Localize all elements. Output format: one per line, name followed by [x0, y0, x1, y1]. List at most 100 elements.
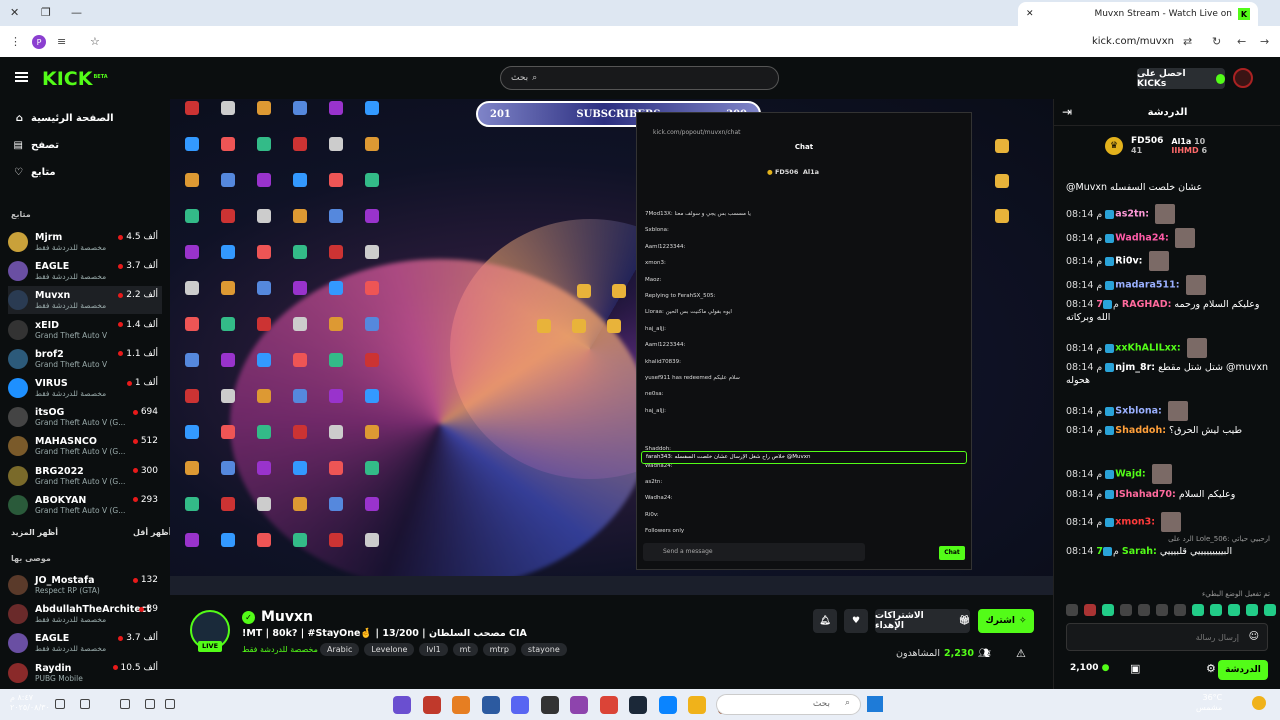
- subscribe-button[interactable]: اشترك ✧: [978, 609, 1034, 633]
- taskbar-app-icon[interactable]: [481, 696, 500, 714]
- sidebar-channel[interactable]: AbdullahTheArchitect مخصصة للدردشة فقط 39: [8, 600, 162, 628]
- sidebar-channel[interactable]: EAGLE مخصصة للدردشة فقط 3.7 ألف: [8, 257, 162, 285]
- share-icon[interactable]: ⋖: [983, 648, 991, 659]
- windows-start-icon[interactable]: [867, 696, 883, 712]
- gift-icon[interactable]: ▣: [1130, 662, 1140, 675]
- chat-settings-gear-icon[interactable]: ⚙: [1206, 662, 1216, 675]
- send-chat-button[interactable]: الدردشة: [1218, 660, 1268, 680]
- message-username[interactable]: Shaddoh:: [1115, 425, 1166, 436]
- message-username[interactable]: Sxblona:: [1115, 406, 1162, 417]
- message-username[interactable]: Ri0v:: [1115, 256, 1142, 267]
- minimize-window-icon[interactable]: —: [71, 6, 82, 19]
- back-icon[interactable]: ←: [1237, 35, 1246, 48]
- follow-heart-button[interactable]: ♥: [844, 609, 868, 633]
- notification-bell-button[interactable]: 🔔︎: [813, 609, 837, 633]
- sidebar-channel[interactable]: JO_Mostafa Respect RP (GTA) 132: [8, 571, 162, 599]
- profile-avatar[interactable]: P: [32, 35, 46, 49]
- message-username[interactable]: IShahad70:: [1115, 489, 1176, 500]
- emoji-picker-icon[interactable]: ☺: [1249, 631, 1259, 642]
- browser-tab[interactable]: ✕ Muvxn Stream - Watch Live on K: [1018, 2, 1258, 26]
- gift-subs-button[interactable]: الاشتراكات الإهداء 🎁︎: [875, 609, 970, 633]
- tray-chevron-icon[interactable]: [165, 699, 175, 709]
- sidebar-channel[interactable]: itsOG Grand Theft Auto V (G... 694: [8, 403, 162, 431]
- tab-close-icon[interactable]: ✕: [1026, 9, 1034, 19]
- message-username[interactable]: njm_8r:: [1115, 362, 1155, 373]
- sidebar-channel[interactable]: brof2 Grand Theft Auto V 1.1 ألف: [8, 345, 162, 373]
- taskbar-app-icon[interactable]: [452, 696, 470, 714]
- sidebar-channel[interactable]: Mjrm مخصصة للدردشة فقط 4.5 ألف: [8, 228, 162, 256]
- reload-icon[interactable]: ↻: [1212, 35, 1221, 48]
- sidebar-channel[interactable]: VIRUS مخصصة للدردشة فقط 1 ألف: [8, 374, 162, 402]
- emote-11[interactable]: [1246, 604, 1258, 616]
- emote-10[interactable]: [1228, 604, 1240, 616]
- stream-category[interactable]: مخصصة للدردشة فقط: [242, 645, 318, 654]
- streamer-name[interactable]: ✓ Muvxn: [242, 609, 313, 625]
- taskbar-search[interactable]: بحث ⌕: [716, 694, 861, 715]
- tag[interactable]: lvl1: [419, 643, 448, 656]
- reading-list-icon[interactable]: ≡: [57, 35, 66, 48]
- taskbar-app-icon[interactable]: [393, 696, 411, 714]
- emote-7[interactable]: [1174, 604, 1186, 616]
- sidebar-channel[interactable]: xEID Grand Theft Auto V 1.4 ألف: [8, 316, 162, 344]
- url-text[interactable]: kick.com/muvxn: [1092, 36, 1174, 47]
- tag[interactable]: Levelone: [364, 643, 415, 656]
- emote-5[interactable]: [1138, 604, 1150, 616]
- sidebar-channel[interactable]: Raydin PUBG Mobile 10.5 ألف: [8, 659, 162, 687]
- tag[interactable]: mtrp: [482, 643, 516, 656]
- site-settings-icon[interactable]: ⇄: [1183, 35, 1192, 48]
- nav-browse[interactable]: ▤ تصفح: [12, 140, 59, 151]
- restore-window-icon[interactable]: ❐: [41, 6, 51, 19]
- wifi-icon[interactable]: [80, 699, 90, 709]
- sidebar-channel[interactable]: EAGLE مخصصة للدردشة فقط 3.7 ألف: [8, 629, 162, 657]
- emote-12[interactable]: [1264, 604, 1276, 616]
- hamburger-menu-icon[interactable]: [15, 72, 28, 82]
- emote-2[interactable]: [1084, 604, 1096, 616]
- taskbar-clock[interactable]: ٨:٤٧ م ٢٠٢٥/٠٨/٣٠: [10, 693, 50, 713]
- sidebar-channel[interactable]: MAHASNCO Grand Theft Auto V (G... 512: [8, 432, 162, 460]
- chat-message-input[interactable]: إرسال رسالة ☺: [1066, 623, 1268, 651]
- message-username[interactable]: madara511:: [1115, 280, 1179, 291]
- nav-home[interactable]: ⌂ الصفحة الرئيسية: [12, 113, 114, 124]
- message-username[interactable]: Wadha24:: [1115, 233, 1169, 244]
- emote-1[interactable]: [1066, 604, 1078, 616]
- taskbar-app-icon[interactable]: [511, 696, 529, 714]
- taskbar-app-icon[interactable]: [658, 696, 677, 714]
- show-more-link[interactable]: أظهر المزيد: [11, 528, 58, 537]
- show-less-link[interactable]: أظهر أقل: [133, 528, 171, 537]
- search-input[interactable]: ⌕ بحث: [500, 66, 779, 90]
- taskbar-app-icon[interactable]: [540, 696, 559, 714]
- nav-following[interactable]: ♡ متابع: [12, 167, 56, 178]
- emote-9[interactable]: [1210, 604, 1222, 616]
- emote-3[interactable]: [1102, 604, 1114, 616]
- collapse-chat-icon[interactable]: ⇥: [1062, 105, 1072, 119]
- mic-icon[interactable]: [120, 699, 130, 709]
- message-username[interactable]: xmon3:: [1115, 517, 1155, 528]
- tag[interactable]: Arabic: [320, 643, 360, 656]
- taskbar-app-icon[interactable]: [629, 696, 647, 714]
- menu-dots-icon[interactable]: ⋮: [10, 35, 21, 48]
- report-warning-icon[interactable]: ⚠: [1016, 647, 1026, 660]
- close-window-icon[interactable]: ✕: [10, 6, 19, 19]
- volume-icon[interactable]: [55, 699, 65, 709]
- tag[interactable]: mt: [452, 643, 478, 656]
- emote-8[interactable]: [1192, 604, 1204, 616]
- message-username[interactable]: as2tn:: [1115, 209, 1149, 220]
- bookmark-star-icon[interactable]: ☆: [90, 35, 100, 48]
- get-kicks-button[interactable]: احصل على KICKs: [1137, 68, 1225, 89]
- user-avatar-icon[interactable]: [1233, 68, 1253, 88]
- tag[interactable]: stayone: [520, 643, 567, 656]
- sidebar-channel[interactable]: Muvxn مخصصة للدردشة فقط 2.2 ألف: [8, 286, 162, 315]
- taskbar-app-icon[interactable]: [599, 696, 618, 714]
- channel-points[interactable]: 2,100 ●: [1070, 663, 1109, 673]
- message-username[interactable]: xxKhALILxx:: [1115, 343, 1180, 354]
- emote-6[interactable]: [1156, 604, 1168, 616]
- taskbar-app-icon[interactable]: [422, 696, 441, 714]
- forward-icon[interactable]: →: [1260, 35, 1269, 48]
- taskbar-app-icon[interactable]: [570, 696, 588, 714]
- message-username[interactable]: Wajd:: [1115, 469, 1145, 480]
- taskbar-app-icon[interactable]: [688, 696, 706, 714]
- taskbar-weather[interactable]: 36°C مشمس: [1196, 693, 1222, 713]
- sidebar-channel[interactable]: BRG2022 Grand Theft Auto V (G... 300: [8, 462, 162, 490]
- sidebar-channel[interactable]: ABOKYAN Grand Theft Auto V (G... 293: [8, 491, 162, 519]
- kick-logo[interactable]: KICKBETA: [42, 68, 108, 90]
